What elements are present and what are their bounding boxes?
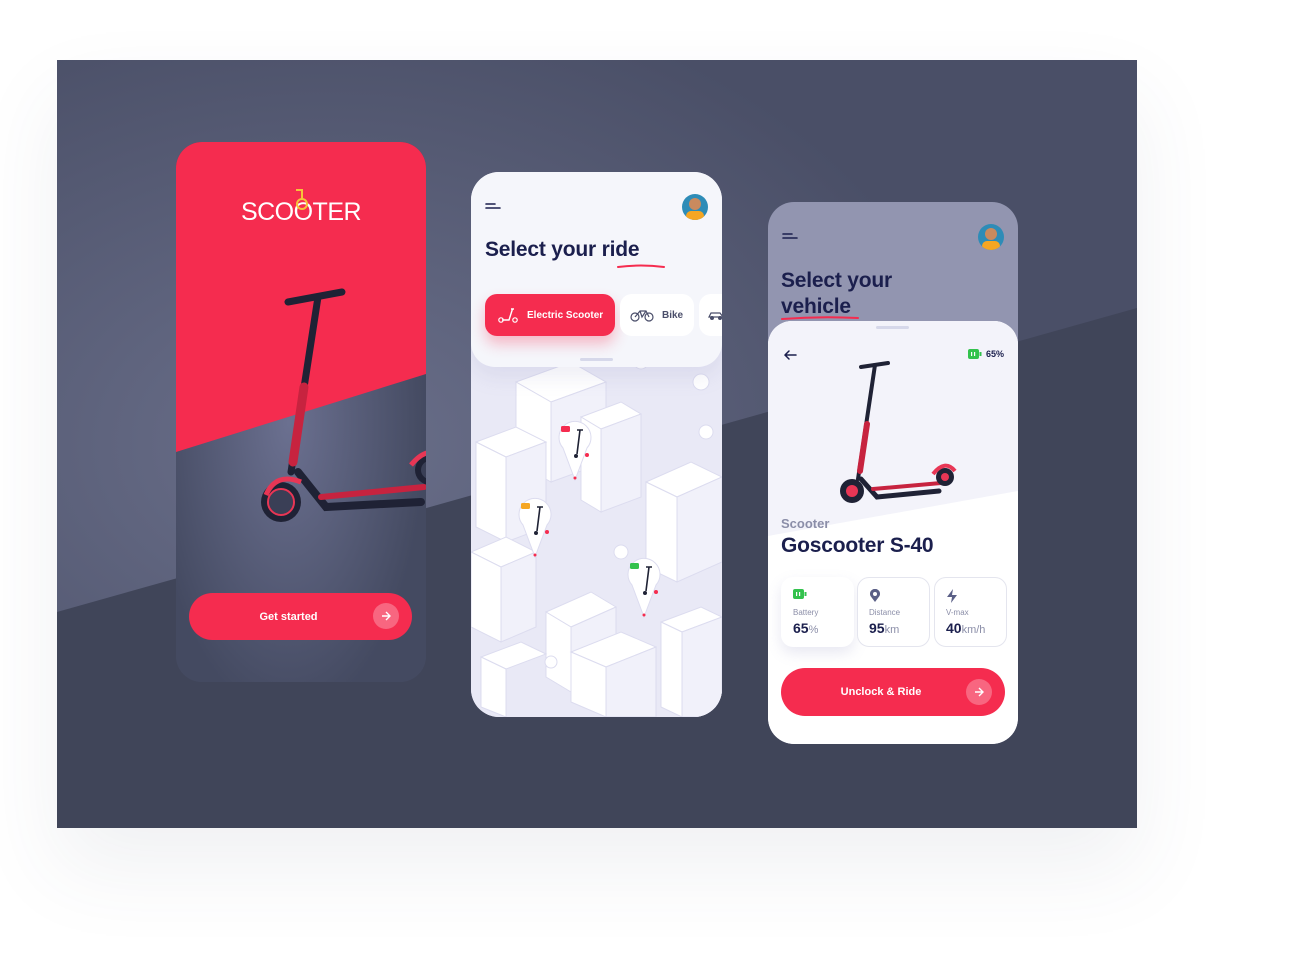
- stat-value: 65%: [793, 620, 819, 636]
- vehicle-name: Goscooter S-40: [781, 534, 934, 557]
- get-started-button[interactable]: Get started: [189, 593, 412, 640]
- scooter-pin-red[interactable]: [557, 420, 593, 487]
- scooter-image: [840, 361, 957, 503]
- city-map[interactable]: [471, 322, 722, 717]
- stat-value: 95km: [869, 620, 900, 636]
- unlock-ride-label: Unclock & Ride: [840, 686, 922, 698]
- menu-icon[interactable]: [782, 232, 798, 242]
- arrow-right-icon: [373, 603, 399, 629]
- vehicle-detail-screen: Select your vehicle 65% Scooter Goscoote…: [768, 202, 1018, 744]
- stat-distance: Distance 95km: [857, 577, 930, 647]
- scooter-icon: [498, 308, 518, 323]
- vehicle-card: 65% Scooter Goscooter S-40 Battery 65% D…: [768, 321, 1018, 744]
- scooter-pin-orange[interactable]: [517, 497, 553, 564]
- stat-label: Battery: [793, 608, 819, 617]
- logo-scooter-mark-icon: [296, 189, 308, 210]
- battery-icon: [793, 589, 807, 599]
- battery-icon: [967, 349, 982, 359]
- lightning-icon: [947, 589, 957, 603]
- menu-icon[interactable]: [485, 202, 501, 212]
- back-arrow-icon[interactable]: [783, 349, 797, 361]
- battery-badge: 65%: [967, 349, 1004, 359]
- scooter-illustration: [261, 288, 426, 522]
- get-started-label: Get started: [259, 610, 318, 623]
- chip-car[interactable]: [699, 294, 722, 336]
- stat-battery: Battery 65%: [781, 577, 854, 647]
- stat-vmax: V-max 40km/h: [934, 577, 1007, 647]
- title-highlight: ride: [601, 238, 640, 261]
- chip-label: Electric Scooter: [527, 309, 604, 321]
- arrow-right-icon: [966, 679, 992, 705]
- battery-badge-text: 65%: [985, 349, 1004, 359]
- stat-value: 40km/h: [946, 620, 986, 636]
- location-pin-icon: [870, 589, 880, 602]
- vehicle-category: Scooter: [781, 516, 830, 531]
- chip-bike[interactable]: Bike: [620, 294, 694, 336]
- ride-selector-sheet: Select your ride Electric Scooter Bike: [471, 172, 722, 367]
- sheet-handle[interactable]: [580, 358, 613, 361]
- title-prefix: Select your: [485, 238, 597, 261]
- user-avatar[interactable]: [682, 194, 708, 220]
- unlock-ride-button[interactable]: Unclock & Ride: [781, 668, 1005, 716]
- scooter-pin-green[interactable]: [626, 557, 662, 624]
- bike-icon: [630, 310, 654, 322]
- stat-label: V-max: [946, 608, 969, 617]
- title-prefix: Select your: [781, 269, 893, 292]
- title-underline: [617, 264, 665, 268]
- chip-electric-scooter[interactable]: Electric Scooter: [485, 294, 615, 336]
- splash-screen: SCOOTER Get started: [176, 142, 426, 682]
- stat-label: Distance: [869, 608, 901, 617]
- page-title: Select your ride: [485, 238, 640, 262]
- user-avatar[interactable]: [978, 224, 1004, 250]
- showcase-background: SCOOTER Get started Select your ride Ele…: [57, 60, 1137, 828]
- select-ride-screen: Select your ride Electric Scooter Bike: [471, 172, 722, 717]
- car-icon: [708, 312, 722, 320]
- page-title: Select your vehicle: [781, 268, 981, 320]
- sheet-handle[interactable]: [876, 326, 909, 329]
- chip-label: Bike: [662, 309, 684, 321]
